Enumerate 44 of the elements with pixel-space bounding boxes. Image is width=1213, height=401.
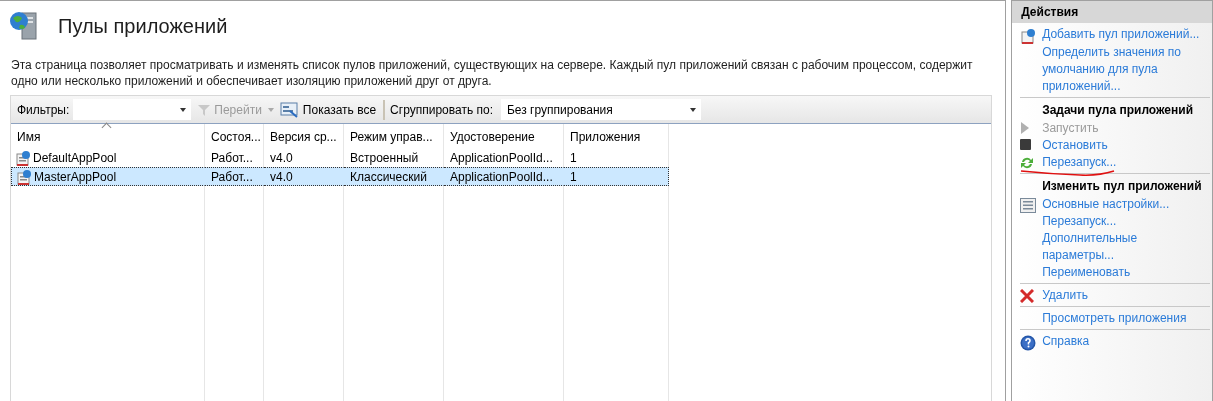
filter-field[interactable] (73, 99, 192, 120)
play-icon (1020, 122, 1031, 134)
group-by-label: Сгруппировать по: (390, 102, 493, 117)
column-header[interactable]: Приложения (564, 124, 669, 148)
properties-icon (1020, 198, 1037, 213)
section-heading: Изменить пул приложений (1041, 178, 1203, 195)
list-icon (279, 101, 300, 118)
column-header[interactable]: Состоя... (205, 124, 264, 148)
table-cell: MasterAppPool (11, 167, 205, 186)
action-link[interactable]: Просмотреть приложения (1042, 310, 1187, 327)
column-header[interactable]: Версия ср... (264, 124, 344, 148)
action-link[interactable]: Определить значения по умолчанию для пула приложений... (1042, 44, 1210, 95)
column-header[interactable]: Режим управ... (344, 124, 444, 148)
action-link[interactable]: Перезапуск... (1042, 154, 1117, 171)
table-cell: Классический (344, 167, 444, 186)
table-cell: Работ... (205, 167, 264, 186)
delete-icon (1020, 289, 1035, 303)
column-header[interactable]: Удостоверение (444, 124, 564, 148)
filter-icon (197, 102, 212, 117)
group-by-dropdown[interactable]: Без группирования (501, 99, 701, 120)
refresh-icon (1020, 156, 1035, 170)
page-description: Эта страница позволяет просматривать и изменять список пулов приложений, существующих на сервере. Каждый пул приложений связан с рабочим процессом, содержит одно или несколько приложений и обеспечивает изоляцию приложений друг от друга. (11, 57, 974, 89)
table-cell: ApplicationPoolId... (444, 167, 564, 186)
action-link[interactable]: Основные настройки... (1042, 196, 1170, 213)
stop-icon (1020, 139, 1032, 150)
app-pool-icon (15, 149, 31, 166)
app-pool-icon (16, 168, 32, 185)
help-icon (1020, 335, 1037, 351)
table-cell: v4.0 (264, 167, 344, 186)
section-heading: Задачи пула приложений (1041, 102, 1195, 119)
action-link[interactable]: Добавить пул приложений... (1042, 26, 1200, 43)
action-link[interactable]: Удалить (1042, 287, 1088, 304)
action-link[interactable]: Переименовать (1042, 264, 1131, 281)
actions-header: Действия (1012, 0, 1212, 23)
page-title: Пулы приложений (58, 14, 228, 38)
action-link[interactable]: Остановить (1042, 137, 1108, 154)
filter-label: Фильтры: (17, 102, 70, 117)
add-pool-icon (1020, 28, 1037, 44)
action-link[interactable]: Справка (1042, 333, 1090, 350)
show-all-button[interactable]: Показать все (277, 101, 379, 118)
table-cell: 1 (564, 167, 669, 186)
column-header[interactable]: Имя (11, 124, 205, 148)
action-link[interactable]: Дополнительные параметры... (1042, 230, 1210, 264)
action-link[interactable]: Перезапуск... (1042, 213, 1117, 230)
